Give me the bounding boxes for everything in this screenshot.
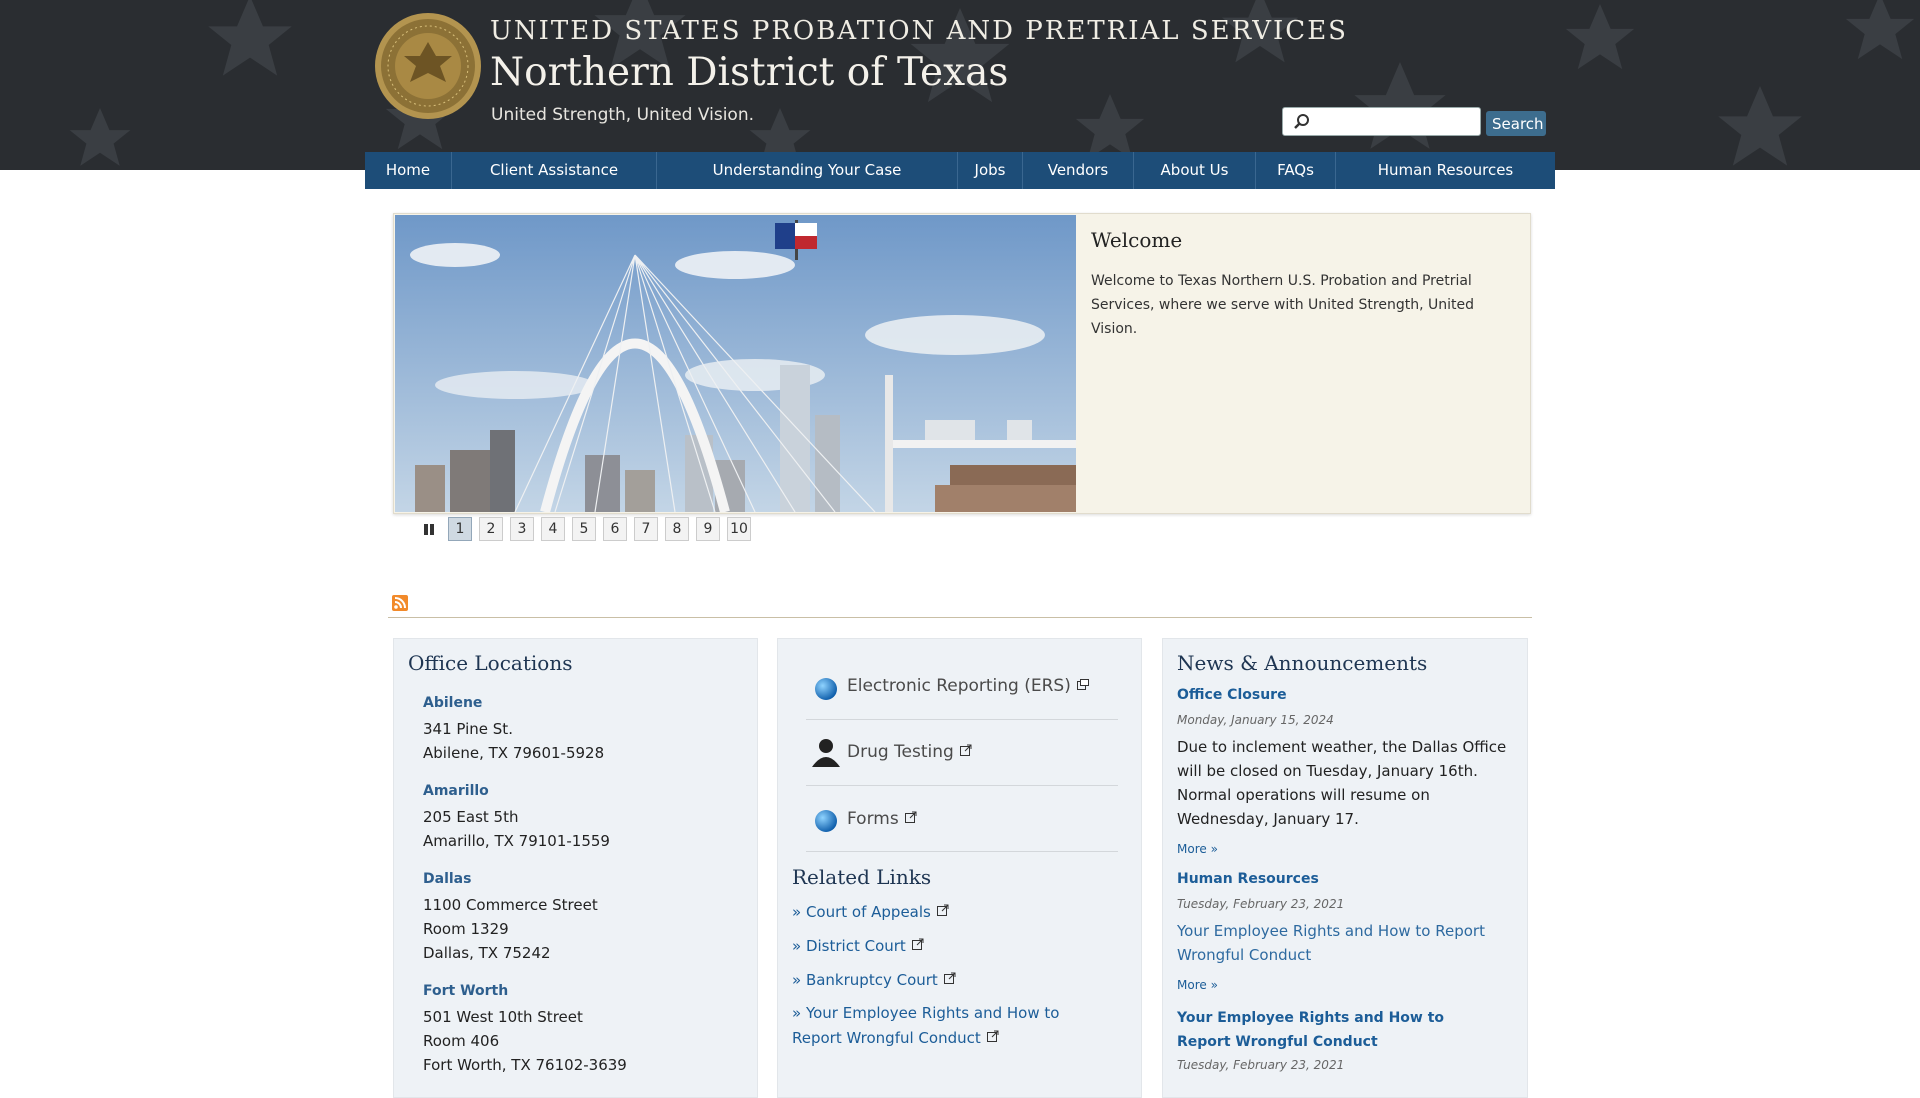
nav-understanding-your-case[interactable]: Understanding Your Case xyxy=(657,152,958,189)
divider xyxy=(806,785,1118,786)
agency-title: UNITED STATES PROBATION AND PRETRIAL SER… xyxy=(490,16,1348,46)
quicklink-label: Drug Testing xyxy=(847,742,954,762)
office-locations-panel: Office Locations Abilene 341 Pine St. Ab… xyxy=(393,638,758,1098)
related-link-label: » District Court xyxy=(792,937,906,955)
news-headline[interactable]: Your Employee Rights and How to Report W… xyxy=(1177,1006,1497,1054)
quicklink-electronic-reporting[interactable]: Electronic Reporting (ERS) xyxy=(847,675,1089,696)
office-address-line: 205 East 5th xyxy=(423,808,519,826)
slide-text: Welcome to Texas Northern U.S. Probation… xyxy=(1091,273,1474,337)
nav-about-us[interactable]: About Us xyxy=(1134,152,1256,189)
slide-page-10[interactable]: 10 xyxy=(727,517,751,541)
district-title[interactable]: Northern District of Texas xyxy=(490,50,1008,95)
person-silhouette-icon xyxy=(810,737,842,771)
related-link-label: » Bankruptcy Court xyxy=(792,971,938,989)
office-address-line: Amarillo, TX 79101-1559 xyxy=(423,832,610,850)
divider xyxy=(806,719,1118,720)
search-input[interactable] xyxy=(1313,111,1477,133)
search-box[interactable] xyxy=(1282,107,1481,136)
quicklink-forms[interactable]: Forms xyxy=(847,808,917,829)
site-motto: United Strength, United Vision. xyxy=(491,105,755,125)
main-navigation: Home Client Assistance Understanding You… xyxy=(365,152,1555,189)
related-link-label: » Court of Appeals xyxy=(792,903,931,921)
office-address-line: 341 Pine St. xyxy=(423,720,513,738)
rss-icon[interactable] xyxy=(392,595,408,611)
slide-page-5[interactable]: 5 xyxy=(572,517,596,541)
related-links-title: Related Links xyxy=(792,865,932,889)
external-link-icon xyxy=(986,1025,999,1049)
us-courts-seal-icon[interactable] xyxy=(374,12,482,120)
globe-icon xyxy=(814,677,838,705)
office-address-line: Abilene, TX 79601-5928 xyxy=(423,744,605,762)
news-more-link[interactable]: More » xyxy=(1177,842,1218,856)
slide-page-7[interactable]: 7 xyxy=(634,517,658,541)
office-address-line: 1100 Commerce Street xyxy=(423,896,598,914)
slider-pager: 1 2 3 4 5 6 7 8 9 10 xyxy=(418,517,758,541)
office-address-line: Fort Worth, TX 76102-3639 xyxy=(423,1056,627,1074)
divider xyxy=(806,851,1118,852)
featured-slider: Welcome Welcome to Texas Northern U.S. P… xyxy=(393,213,1531,514)
nav-jobs[interactable]: Jobs xyxy=(958,152,1023,189)
news-date: Tuesday, February 23, 2021 xyxy=(1177,1058,1345,1072)
globe-icon xyxy=(814,809,838,837)
related-link-bankruptcy-court[interactable]: » Bankruptcy Court xyxy=(792,967,956,992)
office-city-abilene[interactable]: Abilene xyxy=(423,695,482,711)
news-body-link[interactable]: Your Employee Rights and How to Report W… xyxy=(1177,919,1497,967)
nav-home[interactable]: Home xyxy=(365,152,452,189)
slide-page-1[interactable]: 1 xyxy=(448,517,472,541)
site-header: UNITED STATES PROBATION AND PRETRIAL SER… xyxy=(0,0,1920,170)
office-address-line: 501 West 10th Street xyxy=(423,1008,583,1026)
related-link-label: » Your Employee Rights and How to Report… xyxy=(792,1004,1060,1047)
office-address-line: Room 1329 xyxy=(423,920,509,938)
slide-image[interactable] xyxy=(395,215,1076,512)
slide-page-4[interactable]: 4 xyxy=(541,517,565,541)
office-locations-title: Office Locations xyxy=(408,651,573,675)
news-body: Due to inclement weather, the Dallas Off… xyxy=(1177,738,1507,828)
news-headline[interactable]: Office Closure xyxy=(1177,687,1287,703)
related-link-court-of-appeals[interactable]: » Court of Appeals xyxy=(792,899,949,924)
related-link-employee-rights[interactable]: » Your Employee Rights and How to Report… xyxy=(792,1001,1112,1050)
nav-human-resources[interactable]: Human Resources xyxy=(1336,152,1555,189)
external-link-icon xyxy=(943,967,956,991)
slide-page-6[interactable]: 6 xyxy=(603,517,627,541)
nav-client-assistance[interactable]: Client Assistance xyxy=(452,152,657,189)
quicklink-label: Electronic Reporting (ERS) xyxy=(847,676,1071,696)
quick-links-panel: Electronic Reporting (ERS) Drug Testing … xyxy=(777,638,1142,1098)
pause-icon[interactable] xyxy=(418,518,440,540)
external-link-icon xyxy=(904,808,917,828)
quicklink-label: Forms xyxy=(847,809,899,829)
search-button[interactable]: Search xyxy=(1486,111,1546,136)
external-link-icon xyxy=(911,933,924,957)
related-link-district-court[interactable]: » District Court xyxy=(792,933,924,958)
office-city-dallas[interactable]: Dallas xyxy=(423,871,471,887)
section-divider xyxy=(388,617,1532,618)
news-more-link[interactable]: More » xyxy=(1177,978,1218,992)
office-city-fort-worth[interactable]: Fort Worth xyxy=(423,983,508,999)
news-headline[interactable]: Human Resources xyxy=(1177,871,1319,887)
slide-page-3[interactable]: 3 xyxy=(510,517,534,541)
external-link-icon xyxy=(936,899,949,923)
news-date: Tuesday, February 23, 2021 xyxy=(1177,897,1345,911)
office-address-line: Room 406 xyxy=(423,1032,500,1050)
slide-page-8[interactable]: 8 xyxy=(665,517,689,541)
magnifier-icon xyxy=(1293,113,1311,135)
office-city-amarillo[interactable]: Amarillo xyxy=(423,783,489,799)
nav-vendors[interactable]: Vendors xyxy=(1023,152,1134,189)
slide-page-2[interactable]: 2 xyxy=(479,517,503,541)
office-address-line: Dallas, TX 75242 xyxy=(423,944,551,962)
slide-page-9[interactable]: 9 xyxy=(696,517,720,541)
quicklink-drug-testing[interactable]: Drug Testing xyxy=(847,741,972,762)
news-panel: News & Announcements Office Closure Mond… xyxy=(1162,638,1528,1098)
news-date: Monday, January 15, 2024 xyxy=(1177,713,1334,727)
nav-faqs[interactable]: FAQs xyxy=(1256,152,1336,189)
news-title: News & Announcements xyxy=(1177,651,1428,675)
slide-title[interactable]: Welcome xyxy=(1091,228,1182,252)
new-window-icon xyxy=(1076,675,1089,695)
external-link-icon xyxy=(959,741,972,761)
